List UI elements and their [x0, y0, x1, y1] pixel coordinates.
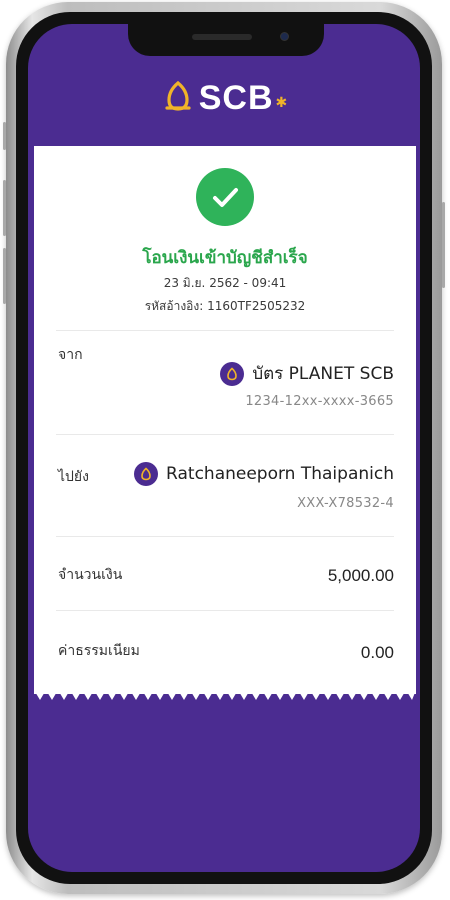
transaction-reference: รหัสอ้างอิง: 1160TF2505232 [144, 299, 306, 313]
transfer-receipt: โอนเงินเข้าบัญชีสำเร็จ 23 มิ.ย. 2562 - 0… [34, 146, 416, 694]
fee-label: ค่าธรรมเนียม [58, 643, 140, 659]
receipt-torn-edge [34, 690, 416, 700]
speaker-grille [192, 34, 252, 40]
mute-switch [3, 122, 6, 150]
transaction-datetime: 23 มิ.ย. 2562 - 09:41 [163, 276, 287, 290]
scb-logo-icon [163, 80, 193, 116]
brand-name: SCB [198, 78, 274, 117]
to-account-number: XXX-X78532-4 [297, 496, 394, 511]
to-name: Ratchaneeporn Thaipanich [166, 464, 394, 484]
front-camera [280, 32, 289, 41]
success-check-badge [196, 168, 254, 226]
from-name: บัตร PLANET SCB [252, 364, 394, 384]
divider [56, 434, 394, 435]
amount-label: จำนวนเงิน [58, 567, 123, 583]
power-button [442, 202, 445, 288]
from-label: จาก [58, 347, 83, 363]
divider [56, 536, 394, 537]
app-header-logo: SCB ✱ [0, 78, 450, 118]
success-title: โอนเงินเข้าบัญชีสำเร็จ [142, 248, 308, 268]
fee-value: 0.00 [360, 643, 394, 662]
volume-up-button [3, 180, 6, 236]
brand-star-icon: ✱ [275, 95, 288, 111]
check-icon [213, 188, 238, 207]
volume-down-button [3, 248, 6, 304]
to-account-name: Ratchaneeporn Thaipanich [134, 462, 394, 486]
divider [56, 330, 394, 331]
amount-value: 5,000.00 [327, 566, 394, 585]
from-account-number: 1234-12xx-xxxx-3665 [245, 394, 394, 409]
to-label: ไปยัง [58, 469, 89, 485]
notch [128, 24, 324, 56]
divider [56, 610, 394, 611]
scb-mini-logo-icon [134, 462, 159, 486]
from-account-name: บัตร PLANET SCB [220, 360, 394, 387]
scb-mini-logo-icon [220, 361, 245, 386]
